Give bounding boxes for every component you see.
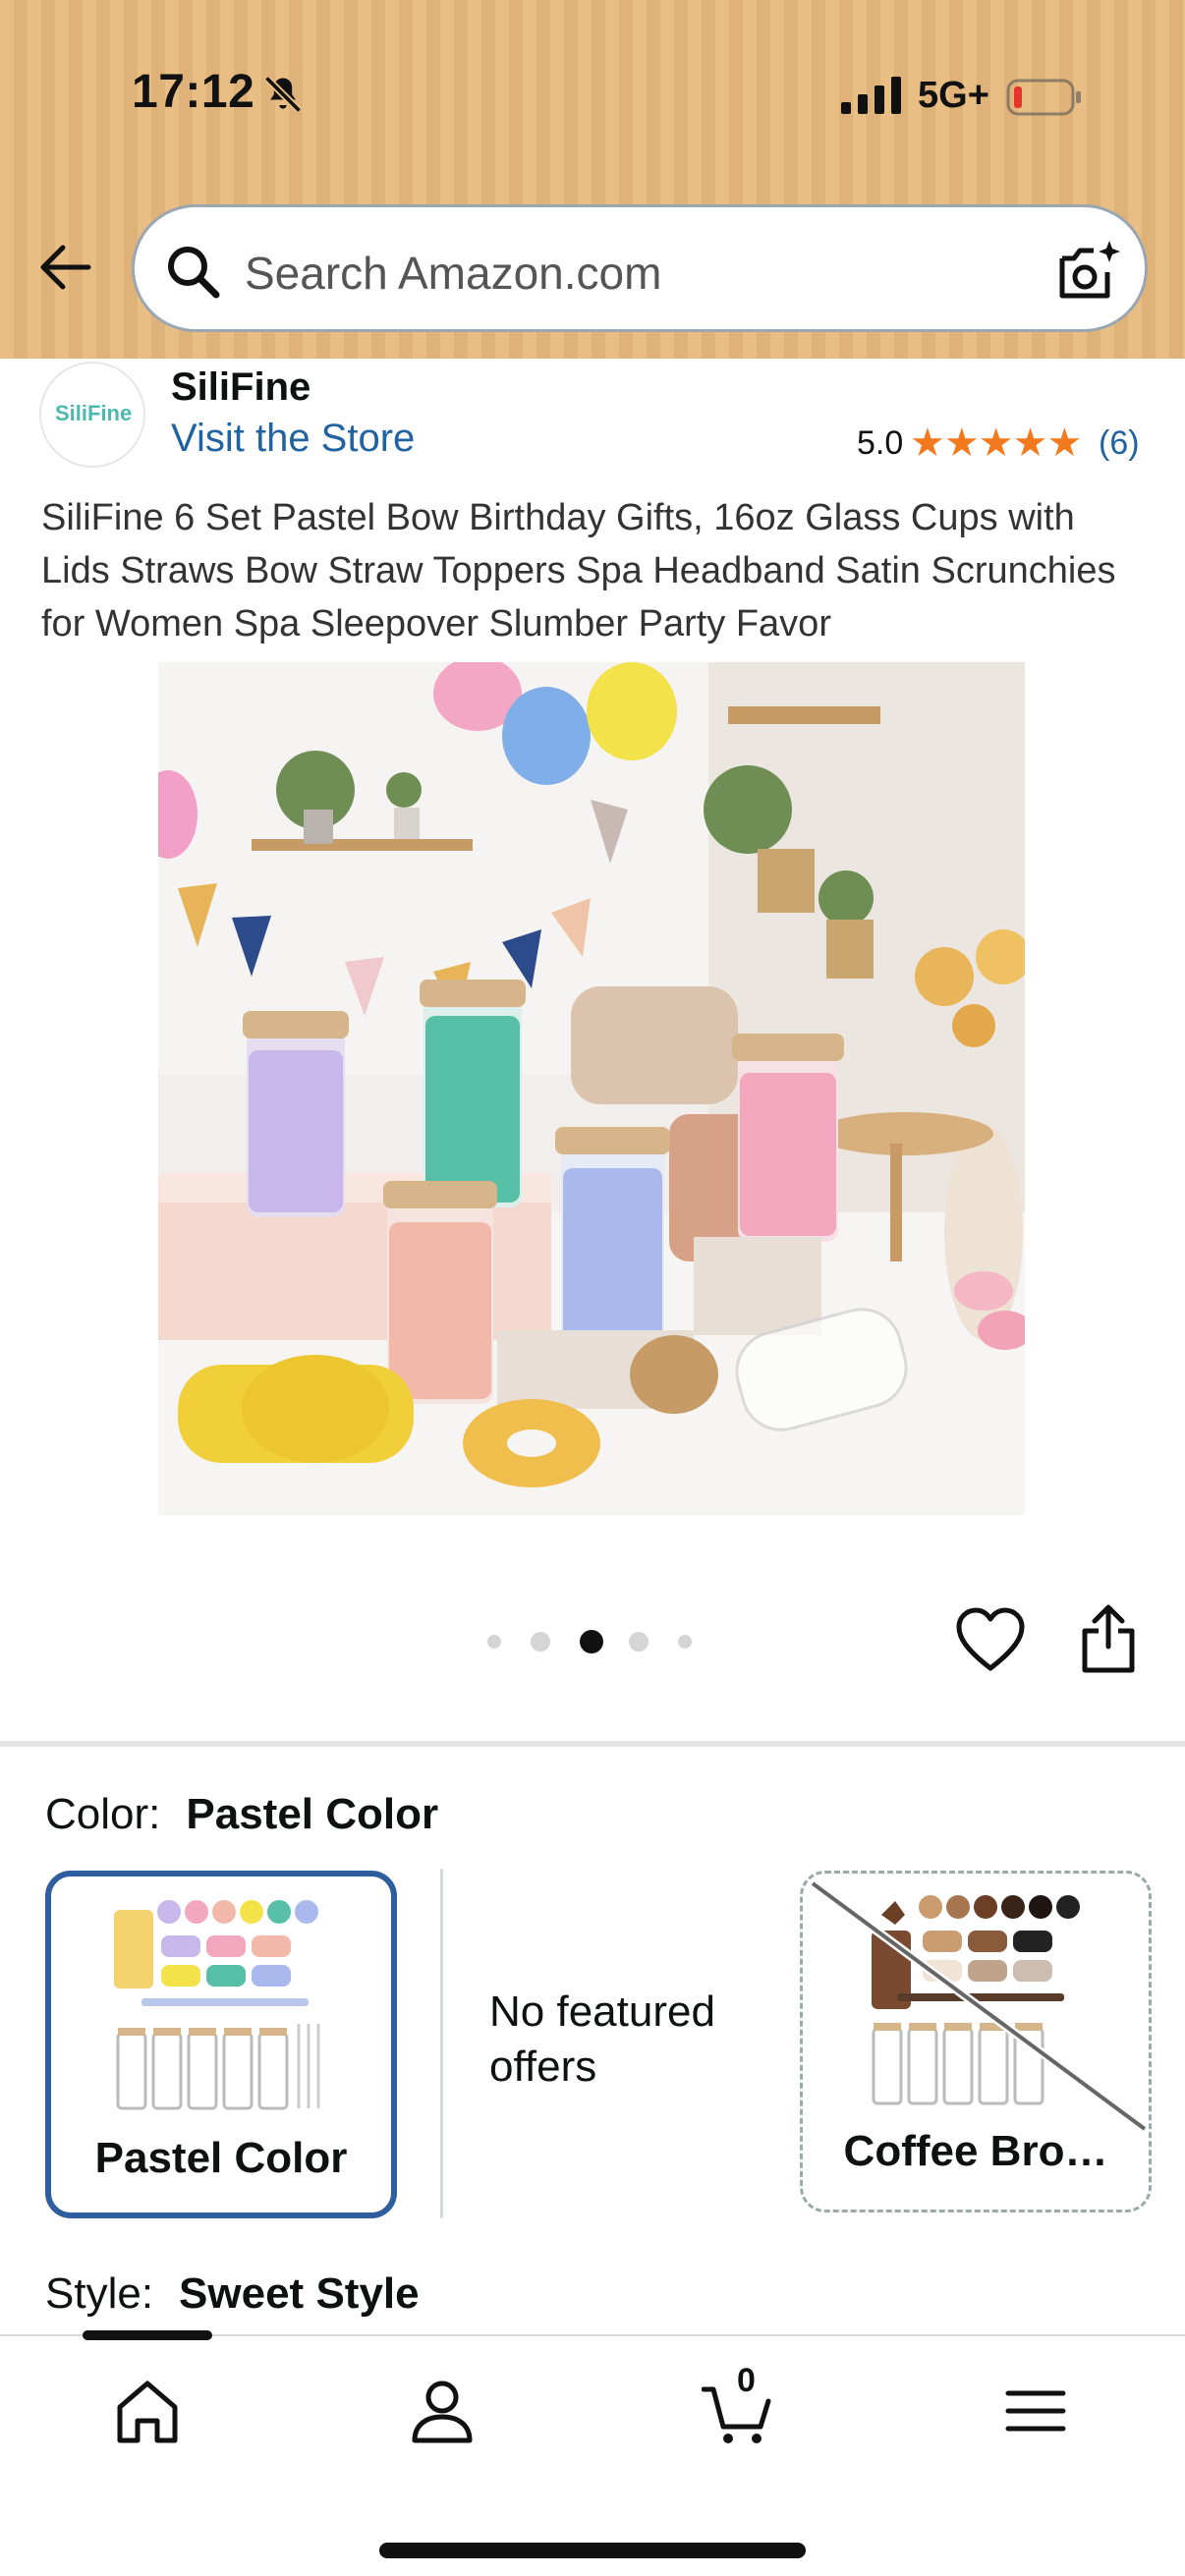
search-icon [168, 247, 220, 299]
color-label: Color: [45, 1790, 161, 1838]
color-option-coffee[interactable]: Coffee Bro… [800, 1871, 1152, 2212]
color-option-label: Pastel Color [94, 2134, 348, 2182]
style-selected-value: Sweet Style [179, 2269, 420, 2318]
product-image[interactable] [158, 662, 1025, 1515]
home-icon[interactable] [112, 2376, 183, 2446]
pagination-dot-active[interactable] [580, 1630, 603, 1653]
account-icon[interactable] [407, 2376, 478, 2446]
header: 17:12 5G+ Search Amazon.com [0, 0, 1185, 359]
color-selected-value: Pastel Color [186, 1790, 439, 1838]
product-title: SiliFine 6 Set Pastel Bow Birthday Gifts… [41, 497, 1116, 644]
back-arrow-icon[interactable] [35, 238, 94, 297]
signal-icon [841, 77, 901, 114]
active-tab-indicator [83, 2330, 212, 2340]
search-input[interactable]: Search Amazon.com [132, 204, 1148, 332]
heart-icon[interactable] [955, 1607, 1026, 1672]
menu-icon[interactable] [1000, 2376, 1071, 2446]
brand-logo-text: SiliFine [55, 401, 133, 425]
no-featured-offers-text: No featured offers [489, 1988, 715, 2091]
style-selection: Style: Sweet Style [45, 2269, 420, 2319]
rating-count-link[interactable]: (6) [1099, 424, 1140, 463]
color-selection: Color: Pastel Color [45, 1790, 438, 1839]
pagination-dot[interactable] [487, 1635, 501, 1649]
brand-name: SiliFine [171, 365, 311, 409]
rating-stars[interactable]: ★★★★★ [910, 420, 1082, 466]
color-option-label: Coffee Bro… [843, 2127, 1108, 2175]
bottom-nav: 0 [0, 2330, 1185, 2576]
color-option-pastel[interactable]: Pastel Color [45, 1871, 397, 2218]
vertical-separator [440, 1869, 443, 2218]
home-indicator [379, 2543, 806, 2558]
visit-store-link[interactable]: Visit the Store [171, 417, 415, 461]
section-divider [0, 1741, 1185, 1747]
pagination-dot[interactable] [629, 1632, 649, 1652]
status-time: 17:12 [132, 66, 255, 118]
cart-count-badge: 0 [737, 2362, 756, 2399]
battery-icon [1006, 79, 1081, 116]
pagination-dot[interactable] [531, 1632, 550, 1652]
rating-value: 5.0 [857, 424, 904, 462]
swatch-thumbnail [114, 1900, 320, 2110]
network-type: 5G+ [918, 75, 989, 116]
search-placeholder: Search Amazon.com [245, 248, 662, 299]
style-label: Style: [45, 2269, 154, 2318]
share-icon[interactable] [1079, 1603, 1138, 1674]
brand-logo[interactable]: SiliFine [39, 362, 145, 468]
bell-off-icon [263, 75, 303, 114]
camera-search-icon[interactable] [1054, 237, 1123, 306]
pagination-dot[interactable] [678, 1635, 692, 1649]
image-pagination [487, 1627, 698, 1654]
